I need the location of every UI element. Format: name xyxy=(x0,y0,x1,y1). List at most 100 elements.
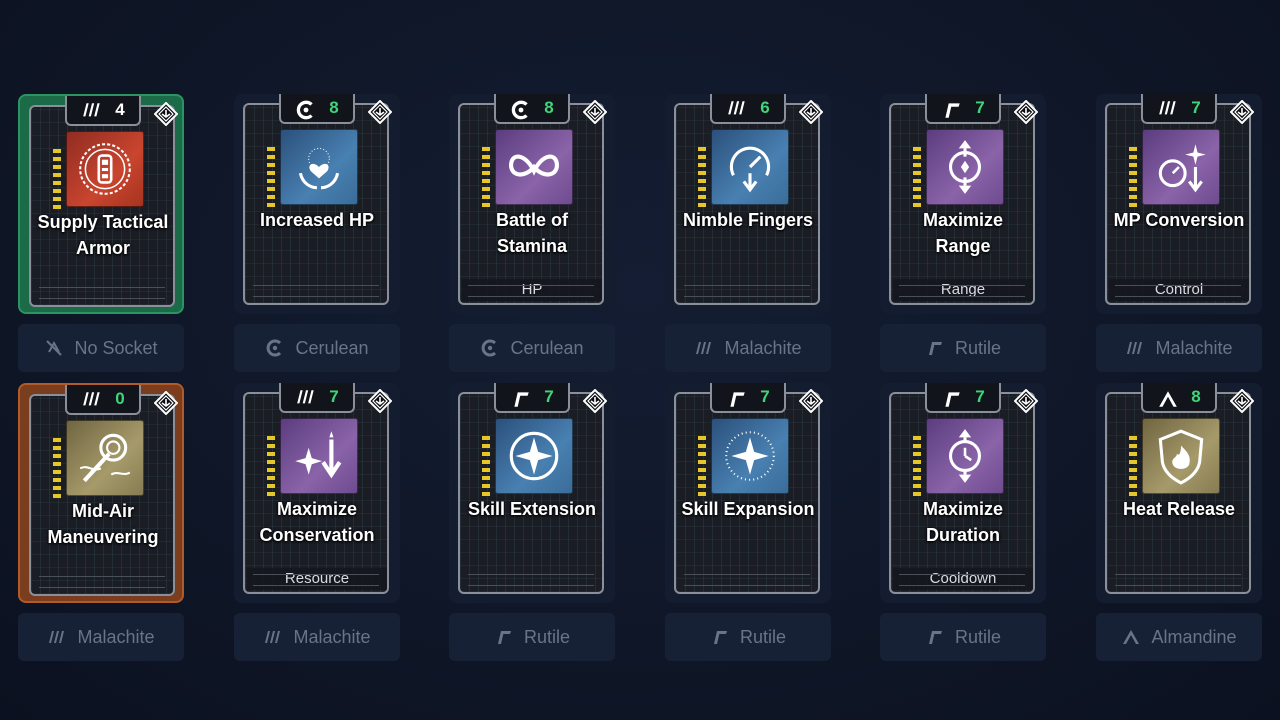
rarity-diamond-icon xyxy=(368,100,392,124)
module-title: Heat Release xyxy=(1122,499,1236,519)
module-title: Skill Extension xyxy=(467,499,597,519)
module-category: Cooldown xyxy=(893,568,1033,590)
no-socket-icon xyxy=(44,338,64,358)
module-cost-badge: 6 xyxy=(710,94,786,124)
socket-button[interactable]: Rutile xyxy=(880,613,1046,661)
star-circle-icon xyxy=(495,418,573,494)
socket-label: Malachite xyxy=(77,626,155,647)
socket-button[interactable]: Cerulean xyxy=(234,324,400,372)
socket-button[interactable]: Malachite xyxy=(234,613,400,661)
gauge-spark-icon xyxy=(1142,129,1220,205)
module-card-face: Range xyxy=(889,103,1035,305)
circuit-indicator xyxy=(913,436,921,496)
module-category: Resource xyxy=(247,568,387,590)
timer-arrows-icon xyxy=(926,418,1004,494)
socket-label: Rutile xyxy=(954,337,1002,358)
socket-button[interactable]: Cerulean xyxy=(449,324,615,372)
module-card[interactable]: 0 Mid-Air Maneuvering xyxy=(18,383,184,603)
socket-label: No Socket xyxy=(74,337,158,358)
socket-label: Almandine xyxy=(1151,626,1237,647)
malachite-icon xyxy=(1125,338,1145,358)
socket-button[interactable]: Rutile xyxy=(880,324,1046,372)
rutile-icon xyxy=(925,338,945,358)
rutile-icon xyxy=(925,627,945,647)
module-card[interactable]: 4 Supply Tactical Armor xyxy=(18,94,184,314)
module-card-face xyxy=(1105,392,1251,594)
socket-button[interactable]: Almandine xyxy=(1096,613,1262,661)
almandine-icon xyxy=(1157,388,1179,407)
module-card[interactable]: 7 Skill Expansion xyxy=(665,383,831,603)
rarity-diamond-icon xyxy=(1014,100,1038,124)
module-title: Increased HP xyxy=(259,210,375,230)
module-card-face: Resource xyxy=(243,392,389,594)
module-card[interactable]: Resource 7 Maximize Conservation xyxy=(234,383,400,603)
socket-label: Malachite xyxy=(293,626,371,647)
socket-button[interactable]: Rutile xyxy=(665,613,831,661)
range-arrows-icon xyxy=(926,129,1004,205)
module-cost-value: 7 xyxy=(544,387,554,406)
module-card-face xyxy=(29,105,175,307)
almandine-icon xyxy=(1121,627,1141,647)
module-cost-badge: 0 xyxy=(65,385,141,415)
gauge-down-icon xyxy=(711,129,789,205)
module-cost-value: 6 xyxy=(760,98,770,117)
module-cost-value: 8 xyxy=(544,98,554,117)
circuit-indicator xyxy=(1129,436,1137,496)
malachite-icon xyxy=(81,390,103,408)
module-card[interactable]: 7 Skill Extension xyxy=(449,383,615,603)
module-card[interactable]: Cooldown 7 Maximize Duration xyxy=(880,383,1046,603)
socket-button[interactable]: Malachite xyxy=(665,324,831,372)
cerulean-icon xyxy=(265,338,285,358)
module-cost-value: 7 xyxy=(975,98,985,117)
module-cost-value: 4 xyxy=(115,100,125,119)
circuit-indicator xyxy=(267,147,275,207)
module-cost-badge: 8 xyxy=(1141,383,1217,413)
module-card[interactable]: 6 Nimble Fingers xyxy=(665,94,831,314)
rutile-icon xyxy=(510,388,532,407)
socket-button[interactable]: Rutile xyxy=(449,613,615,661)
module-cost-badge: 7 xyxy=(710,383,786,413)
socket-label: Malachite xyxy=(1155,337,1233,358)
module-card[interactable]: 8 Increased HP xyxy=(234,94,400,314)
module-card-face xyxy=(458,392,604,594)
rutile-icon xyxy=(941,99,963,118)
rutile-icon xyxy=(494,627,514,647)
rarity-diamond-icon xyxy=(1230,389,1254,413)
socket-label: Cerulean xyxy=(510,337,584,358)
rutile-icon xyxy=(941,388,963,407)
rarity-diamond-icon xyxy=(368,389,392,413)
module-cost-badge: 7 xyxy=(494,383,570,413)
socket-button[interactable]: No Socket xyxy=(18,324,184,372)
module-card-face xyxy=(674,392,820,594)
star-burst-icon xyxy=(711,418,789,494)
circuit-indicator xyxy=(53,438,61,498)
socket-button[interactable]: Malachite xyxy=(1096,324,1262,372)
module-card[interactable]: 8 Heat Release xyxy=(1096,383,1262,603)
socket-label: Malachite xyxy=(724,337,802,358)
circuit-indicator xyxy=(482,436,490,496)
circuit-indicator xyxy=(53,149,61,209)
circuit-indicator xyxy=(1129,147,1137,207)
module-card-face: Cooldown xyxy=(889,392,1035,594)
rarity-diamond-icon xyxy=(154,102,178,126)
circuit-indicator xyxy=(482,147,490,207)
malachite-icon xyxy=(1157,99,1179,117)
heart-hands-icon xyxy=(280,129,358,205)
module-cost-badge: 8 xyxy=(494,94,570,124)
module-card[interactable]: Control 7 MP Conversion xyxy=(1096,94,1262,314)
socket-label: Rutile xyxy=(739,626,787,647)
module-card[interactable]: HP 8 Battle of Stamina xyxy=(449,94,615,314)
module-cost-badge: 7 xyxy=(925,94,1001,124)
circuit-indicator xyxy=(698,436,706,496)
module-card[interactable]: Range 7 Maximize Range xyxy=(880,94,1046,314)
module-cost-badge: 7 xyxy=(1141,94,1217,124)
rarity-diamond-icon xyxy=(1014,389,1038,413)
module-grid: 4 Supply Tactical Armor No Socket 8 Increase… xyxy=(0,0,1280,720)
circuit-indicator xyxy=(698,147,706,207)
module-cost-badge: 4 xyxy=(65,96,141,126)
module-title: Battle of Stamina xyxy=(496,210,568,256)
armor-icon xyxy=(66,131,144,207)
rarity-diamond-icon xyxy=(799,389,823,413)
module-title: MP Conversion xyxy=(1113,210,1245,230)
socket-button[interactable]: Malachite xyxy=(18,613,184,661)
